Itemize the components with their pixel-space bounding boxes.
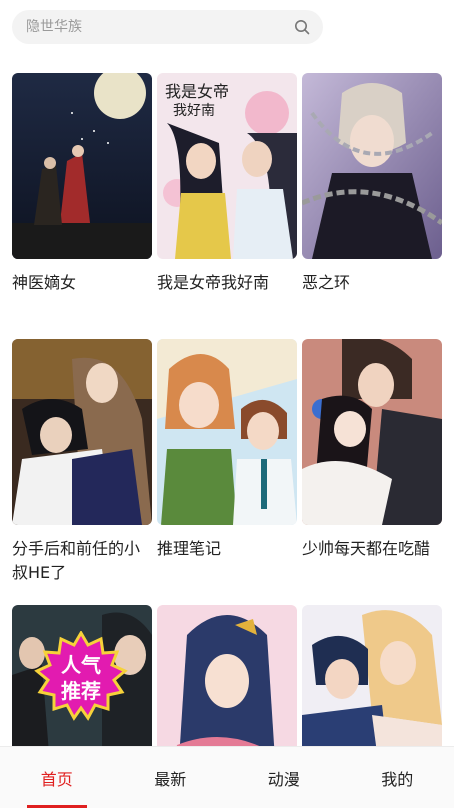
comic-card[interactable]: 恶之环: [302, 73, 442, 295]
tab-home[interactable]: 首页: [0, 747, 114, 808]
embracing-couple-cover[interactable]: [12, 339, 152, 525]
detective-duo-cover[interactable]: [157, 339, 297, 525]
search-bar[interactable]: [12, 10, 323, 44]
comic-title[interactable]: 分手后和前任的小叔HE了: [12, 537, 152, 585]
popular-badge: 人气 推荐: [34, 631, 128, 725]
search-icon[interactable]: [293, 18, 311, 36]
comic-card[interactable]: 神医嫡女: [12, 73, 152, 295]
comic-card[interactable]: 我是女帝 我好南 我是女帝我好南: [157, 73, 297, 295]
tab-anime-label[interactable]: 动漫: [268, 766, 300, 790]
tab-home-label[interactable]: 首页: [41, 766, 73, 790]
tab-mine[interactable]: 我的: [341, 747, 454, 808]
tab-mine-label[interactable]: 我的: [381, 766, 413, 790]
comic-title[interactable]: 推理笔记: [157, 537, 297, 561]
badge-line-1: 人气: [61, 653, 101, 677]
comic-title[interactable]: 恶之环: [302, 271, 442, 295]
search-box[interactable]: [12, 10, 323, 44]
search-input[interactable]: [26, 19, 293, 35]
comic-title[interactable]: 我是女帝我好南: [157, 271, 297, 295]
svg-text:我好南: 我好南: [173, 103, 215, 119]
badge-line-2: 推荐: [61, 679, 101, 703]
tab-latest-label[interactable]: 最新: [154, 766, 186, 790]
comic-card[interactable]: 少帅每天都在吃醋: [302, 339, 442, 561]
svg-text:我是女帝: 我是女帝: [165, 82, 229, 101]
comic-card[interactable]: 分手后和前任的小叔HE了: [12, 339, 152, 585]
chained-boy-cover[interactable]: [302, 73, 442, 259]
bottom-tab-bar: 首页 最新 动漫 我的: [0, 746, 454, 808]
tab-anime[interactable]: 动漫: [227, 747, 341, 808]
night-moon-couple-cover[interactable]: [12, 73, 152, 259]
empress-couple-cover[interactable]: 我是女帝 我好南: [157, 73, 297, 259]
comic-title[interactable]: 神医嫡女: [12, 271, 152, 295]
tab-latest[interactable]: 最新: [114, 747, 228, 808]
comic-card[interactable]: 推理笔记: [157, 339, 297, 561]
marshal-couple-cover[interactable]: [302, 339, 442, 525]
comic-title[interactable]: 少帅每天都在吃醋: [302, 537, 442, 561]
